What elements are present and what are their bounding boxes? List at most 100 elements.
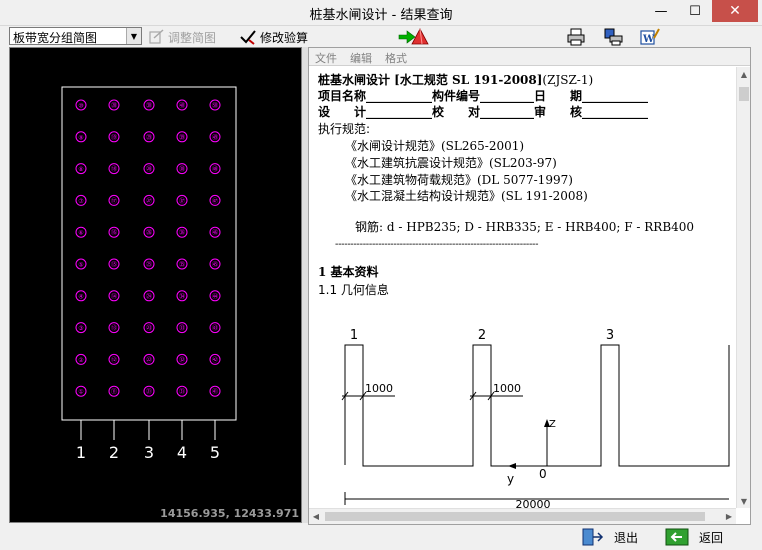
y-axis-arrow-icon (508, 463, 516, 469)
print-setup-icon[interactable] (604, 28, 624, 46)
title-bar: 桩基水闸设计 - 结果查询 — ☐ ✕ (0, 0, 762, 26)
diagram-select[interactable]: 板带宽分组简图 ▼ (9, 27, 142, 45)
pile-number: ㊲ (179, 197, 185, 205)
adjust-diagram-button[interactable]: 调整简图 (148, 28, 216, 46)
horizontal-scroll-thumb[interactable] (325, 512, 705, 521)
minimize-button[interactable]: — (646, 0, 676, 22)
pile-number: ㉞ (179, 292, 185, 300)
pile-number: ⑧ (78, 166, 83, 173)
pile-number: ⑪ (111, 388, 117, 396)
adjust-diagram-label: 调整简图 (168, 30, 217, 45)
report-menubar: 文件 编辑 格式 (309, 48, 750, 66)
vertical-scroll-thumb[interactable] (739, 87, 749, 101)
pier-label-3: 3 (606, 328, 614, 343)
vertical-scrollbar[interactable]: ▲ ▼ (736, 67, 750, 508)
exit-door-icon (580, 528, 604, 546)
pile-number: ① (78, 389, 83, 396)
pier-label-1: 1 (350, 328, 358, 343)
pile-number: ㊴ (179, 133, 185, 141)
edit-check-label: 修改验算 (260, 30, 309, 45)
back-label: 返回 (699, 530, 724, 545)
pile-number: ⑭ (111, 292, 117, 300)
pile-number: ㊿ (212, 102, 218, 110)
pile-number: ⑰ (111, 197, 117, 205)
pile-number: ㊱ (179, 229, 185, 237)
pile-number: ㉓ (146, 324, 152, 332)
pile-number: ㊼ (212, 197, 218, 205)
menu-edit[interactable]: 编辑 (350, 50, 372, 66)
pile-number: ㉗ (146, 197, 152, 205)
print-icon[interactable] (566, 28, 586, 46)
pile-number: ㉙ (146, 133, 152, 141)
pile-number: ㉑ (146, 388, 152, 396)
pile-number: ㉝ (179, 324, 185, 332)
maximize-button[interactable]: ☐ (680, 0, 710, 22)
column-axis-label: 2 (109, 443, 119, 462)
menu-format[interactable]: 格式 (385, 50, 407, 66)
cone-icon[interactable] (410, 28, 430, 46)
geometry-diagram: 1 2 3 1000 1000 Z y 0 20000 (341, 328, 730, 508)
pile-number: ㊾ (212, 133, 218, 141)
pile-number: ⑲ (111, 133, 117, 141)
svg-text:W: W (642, 34, 655, 45)
pile-number: ㊳ (179, 165, 185, 173)
pile-number: ㊷ (212, 356, 218, 364)
pile-number: ㊻ (212, 229, 218, 237)
scroll-left-icon[interactable]: ◀ (309, 509, 323, 524)
back-button[interactable]: 返回 (665, 526, 723, 548)
pile-number: ⑤ (78, 262, 83, 269)
edit-check-button[interactable]: 修改验算 (240, 28, 308, 46)
dim-label-1: 1000 (365, 382, 393, 395)
chevron-down-icon[interactable]: ▼ (126, 28, 141, 44)
pile-number: ② (78, 357, 84, 364)
origin-label: 0 (539, 467, 547, 481)
cursor-coordinate: 14156.935, 12433.971 (160, 507, 299, 520)
pile-number: ③ (78, 325, 83, 332)
pile-number: ⑦ (78, 198, 84, 205)
pile-number: ⑨ (78, 134, 83, 141)
menu-file[interactable]: 文件 (315, 50, 337, 66)
total-length-label: 20000 (516, 498, 551, 508)
pile-number: ㉘ (146, 165, 152, 173)
exit-button[interactable]: 退出 (580, 526, 638, 548)
pile-number: ⑯ (111, 229, 117, 237)
scroll-down-icon[interactable]: ▼ (737, 494, 751, 508)
scroll-right-icon[interactable]: ▶ (722, 509, 736, 524)
horizontal-scrollbar[interactable]: ◀ ▶ (309, 508, 736, 524)
axis-z-label: Z (549, 419, 556, 430)
back-arrow-icon (665, 528, 689, 546)
pile-number: ⑥ (78, 230, 83, 237)
pile-number: ㉖ (146, 229, 152, 237)
edit-check-icon (240, 29, 256, 45)
pile-number: ㊺ (212, 261, 218, 269)
pile-number: ㊸ (212, 324, 218, 332)
pile-number: ㊵ (179, 102, 185, 110)
column-axis-label: 1 (76, 443, 86, 462)
pile-number: ㉕ (146, 261, 152, 269)
column-axis-label: 5 (210, 443, 220, 462)
dim-label-2: 1000 (493, 382, 521, 395)
adjust-icon (148, 29, 164, 45)
pile-number: ㉒ (146, 356, 152, 364)
pile-number: ⑫ (111, 356, 117, 364)
axis-y-label: y (507, 472, 514, 486)
pile-number: ㊶ (212, 388, 218, 396)
pile-number: ⑩ (78, 103, 83, 110)
pile-number: ㉜ (179, 356, 185, 364)
layout-diagram-panel[interactable]: ⑩ ⑳ ㉚ ㊵ ㊿ ⑨ ⑲ ㉙ ㊴ ㊾ ⑧ ⑱ ㉘ ㊳ ㊽ ⑦ ⑰ ㉗ ㊲ ㊼ ⑥ ⑯ ㉖ ㊱ ㊻ ⑤ ⑮ ㉕ ㉟ ㊺ ④ ⑭ ㉔ ㉞ ㊹ ③ ⑬ ㉓ ㉝ ㊸… (9, 47, 302, 523)
pile-number: ⑱ (111, 165, 117, 173)
pier-label-2: 2 (478, 328, 486, 343)
scroll-up-icon[interactable]: ▲ (737, 67, 751, 81)
pile-number: ㉛ (179, 388, 185, 396)
pile-number: ④ (78, 293, 83, 300)
report-document[interactable]: 桩基水闸设计 [水工规范 SL 191-2008](ZJSZ-1) 项目名称__… (309, 67, 736, 508)
pile-number: ㉟ (179, 261, 185, 269)
pile-number: ㉔ (146, 292, 152, 300)
exit-label: 退出 (614, 530, 639, 545)
pile-layout-diagram: ⑩ ⑳ ㉚ ㊵ ㊿ ⑨ ⑲ ㉙ ㊴ ㊾ ⑧ ⑱ ㉘ ㊳ ㊽ ⑦ ⑰ ㉗ ㊲ ㊼ ⑥ ⑯ ㉖ ㊱ ㊻ ⑤ ⑮ ㉕ ㉟ ㊺ ④ ⑭ ㉔ ㉞ ㊹ ③ ⑬ ㉓ ㉝ ㊸… (61, 86, 237, 462)
report-panel: 文件 编辑 格式 桩基水闸设计 [水工规范 SL 191-2008](ZJSZ-… (308, 47, 751, 525)
toolbar: 板带宽分组简图 ▼ 调整简图 修改验算 W (0, 26, 762, 48)
word-export-icon[interactable]: W (640, 28, 660, 46)
pile-number: ㊹ (212, 292, 218, 300)
close-button[interactable]: ✕ (712, 0, 758, 22)
